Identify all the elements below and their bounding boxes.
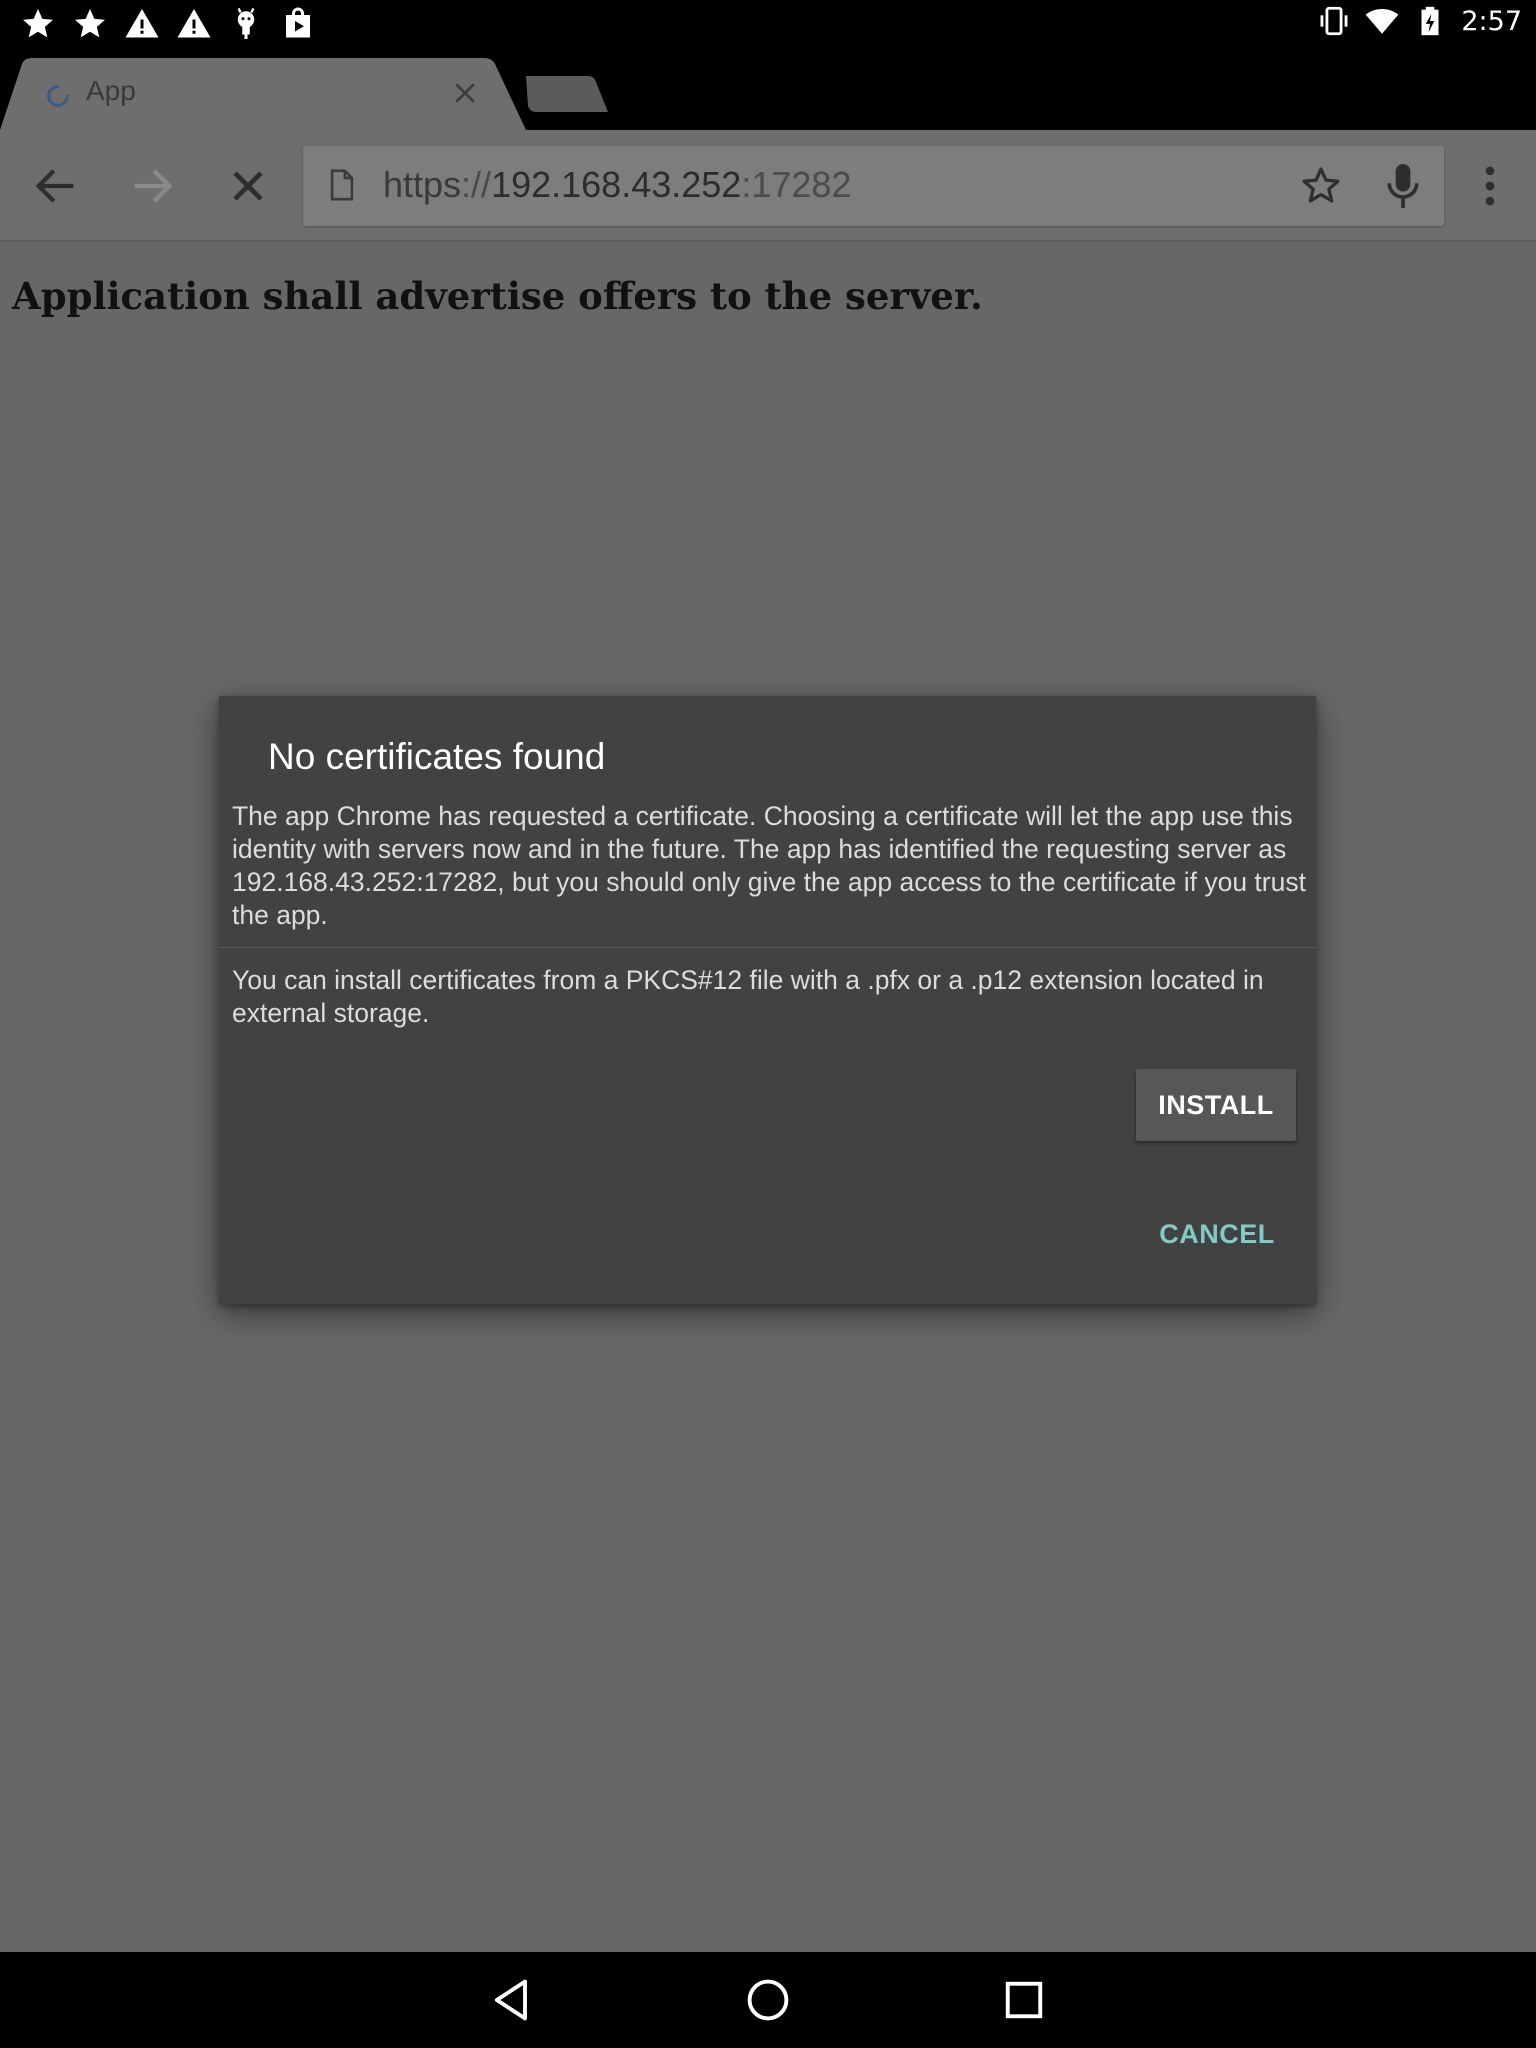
tab-strip: App — [0, 48, 1536, 130]
dialog-title: No certificates found — [268, 736, 606, 777]
cancel-button[interactable]: CANCEL — [1149, 1206, 1285, 1262]
overflow-menu-icon[interactable] — [1464, 160, 1516, 212]
page-info-icon[interactable] — [327, 168, 357, 202]
star-icon — [23, 9, 53, 38]
notification-icons — [20, 6, 316, 42]
url-separator: :// — [461, 164, 492, 205]
nav-home-icon[interactable] — [742, 1974, 794, 2026]
system-status: 2:57 — [1317, 4, 1522, 38]
close-tab-icon[interactable] — [450, 78, 480, 108]
play-store-icon — [286, 7, 310, 38]
url-host: 192.168.43.252 — [491, 164, 742, 205]
wifi-icon — [1366, 8, 1399, 34]
loading-spinner-icon — [47, 85, 69, 107]
certificate-dialog: No certificates found The app Chrome has… — [219, 696, 1316, 1304]
nav-back-icon[interactable] — [486, 1974, 538, 2026]
status-bar: 2:57 — [0, 0, 1536, 48]
android-debug-icon — [237, 7, 255, 39]
forward-arrow-icon[interactable] — [126, 160, 178, 212]
page-heading: Application shall advertise offers to th… — [12, 274, 983, 318]
url-port: :17282 — [741, 164, 852, 205]
star-icon — [75, 9, 105, 38]
battery-charging-icon — [1421, 6, 1439, 36]
navigation-bar — [0, 1952, 1536, 2048]
dialog-message: The app Chrome has requested a certifica… — [232, 801, 1306, 930]
vibrate-icon — [1320, 6, 1348, 36]
install-button[interactable]: INSTALL — [1136, 1069, 1296, 1141]
address-bar[interactable]: https://192.168.43.252:17282 — [303, 146, 1444, 226]
stop-loading-icon[interactable] — [222, 160, 274, 212]
new-tab-button[interactable] — [516, 72, 612, 116]
browser-toolbar: https://192.168.43.252:17282 — [0, 130, 1536, 242]
url-text[interactable]: https://192.168.43.252:17282 — [383, 164, 851, 206]
warning-icon — [177, 9, 211, 38]
dialog-install-hint: You can install certificates from a PKCS… — [232, 965, 1264, 1028]
dialog-divider — [219, 947, 1316, 948]
tab-title: App — [86, 75, 136, 106]
bookmark-star-icon[interactable] — [1299, 164, 1343, 208]
tab-app[interactable]: App — [0, 58, 530, 130]
warning-icon — [125, 9, 159, 38]
microphone-icon[interactable] — [1381, 162, 1425, 210]
back-arrow-icon[interactable] — [30, 160, 82, 212]
url-scheme: https — [383, 164, 462, 205]
nav-recents-icon[interactable] — [998, 1974, 1050, 2026]
clock: 2:57 — [1461, 5, 1522, 37]
